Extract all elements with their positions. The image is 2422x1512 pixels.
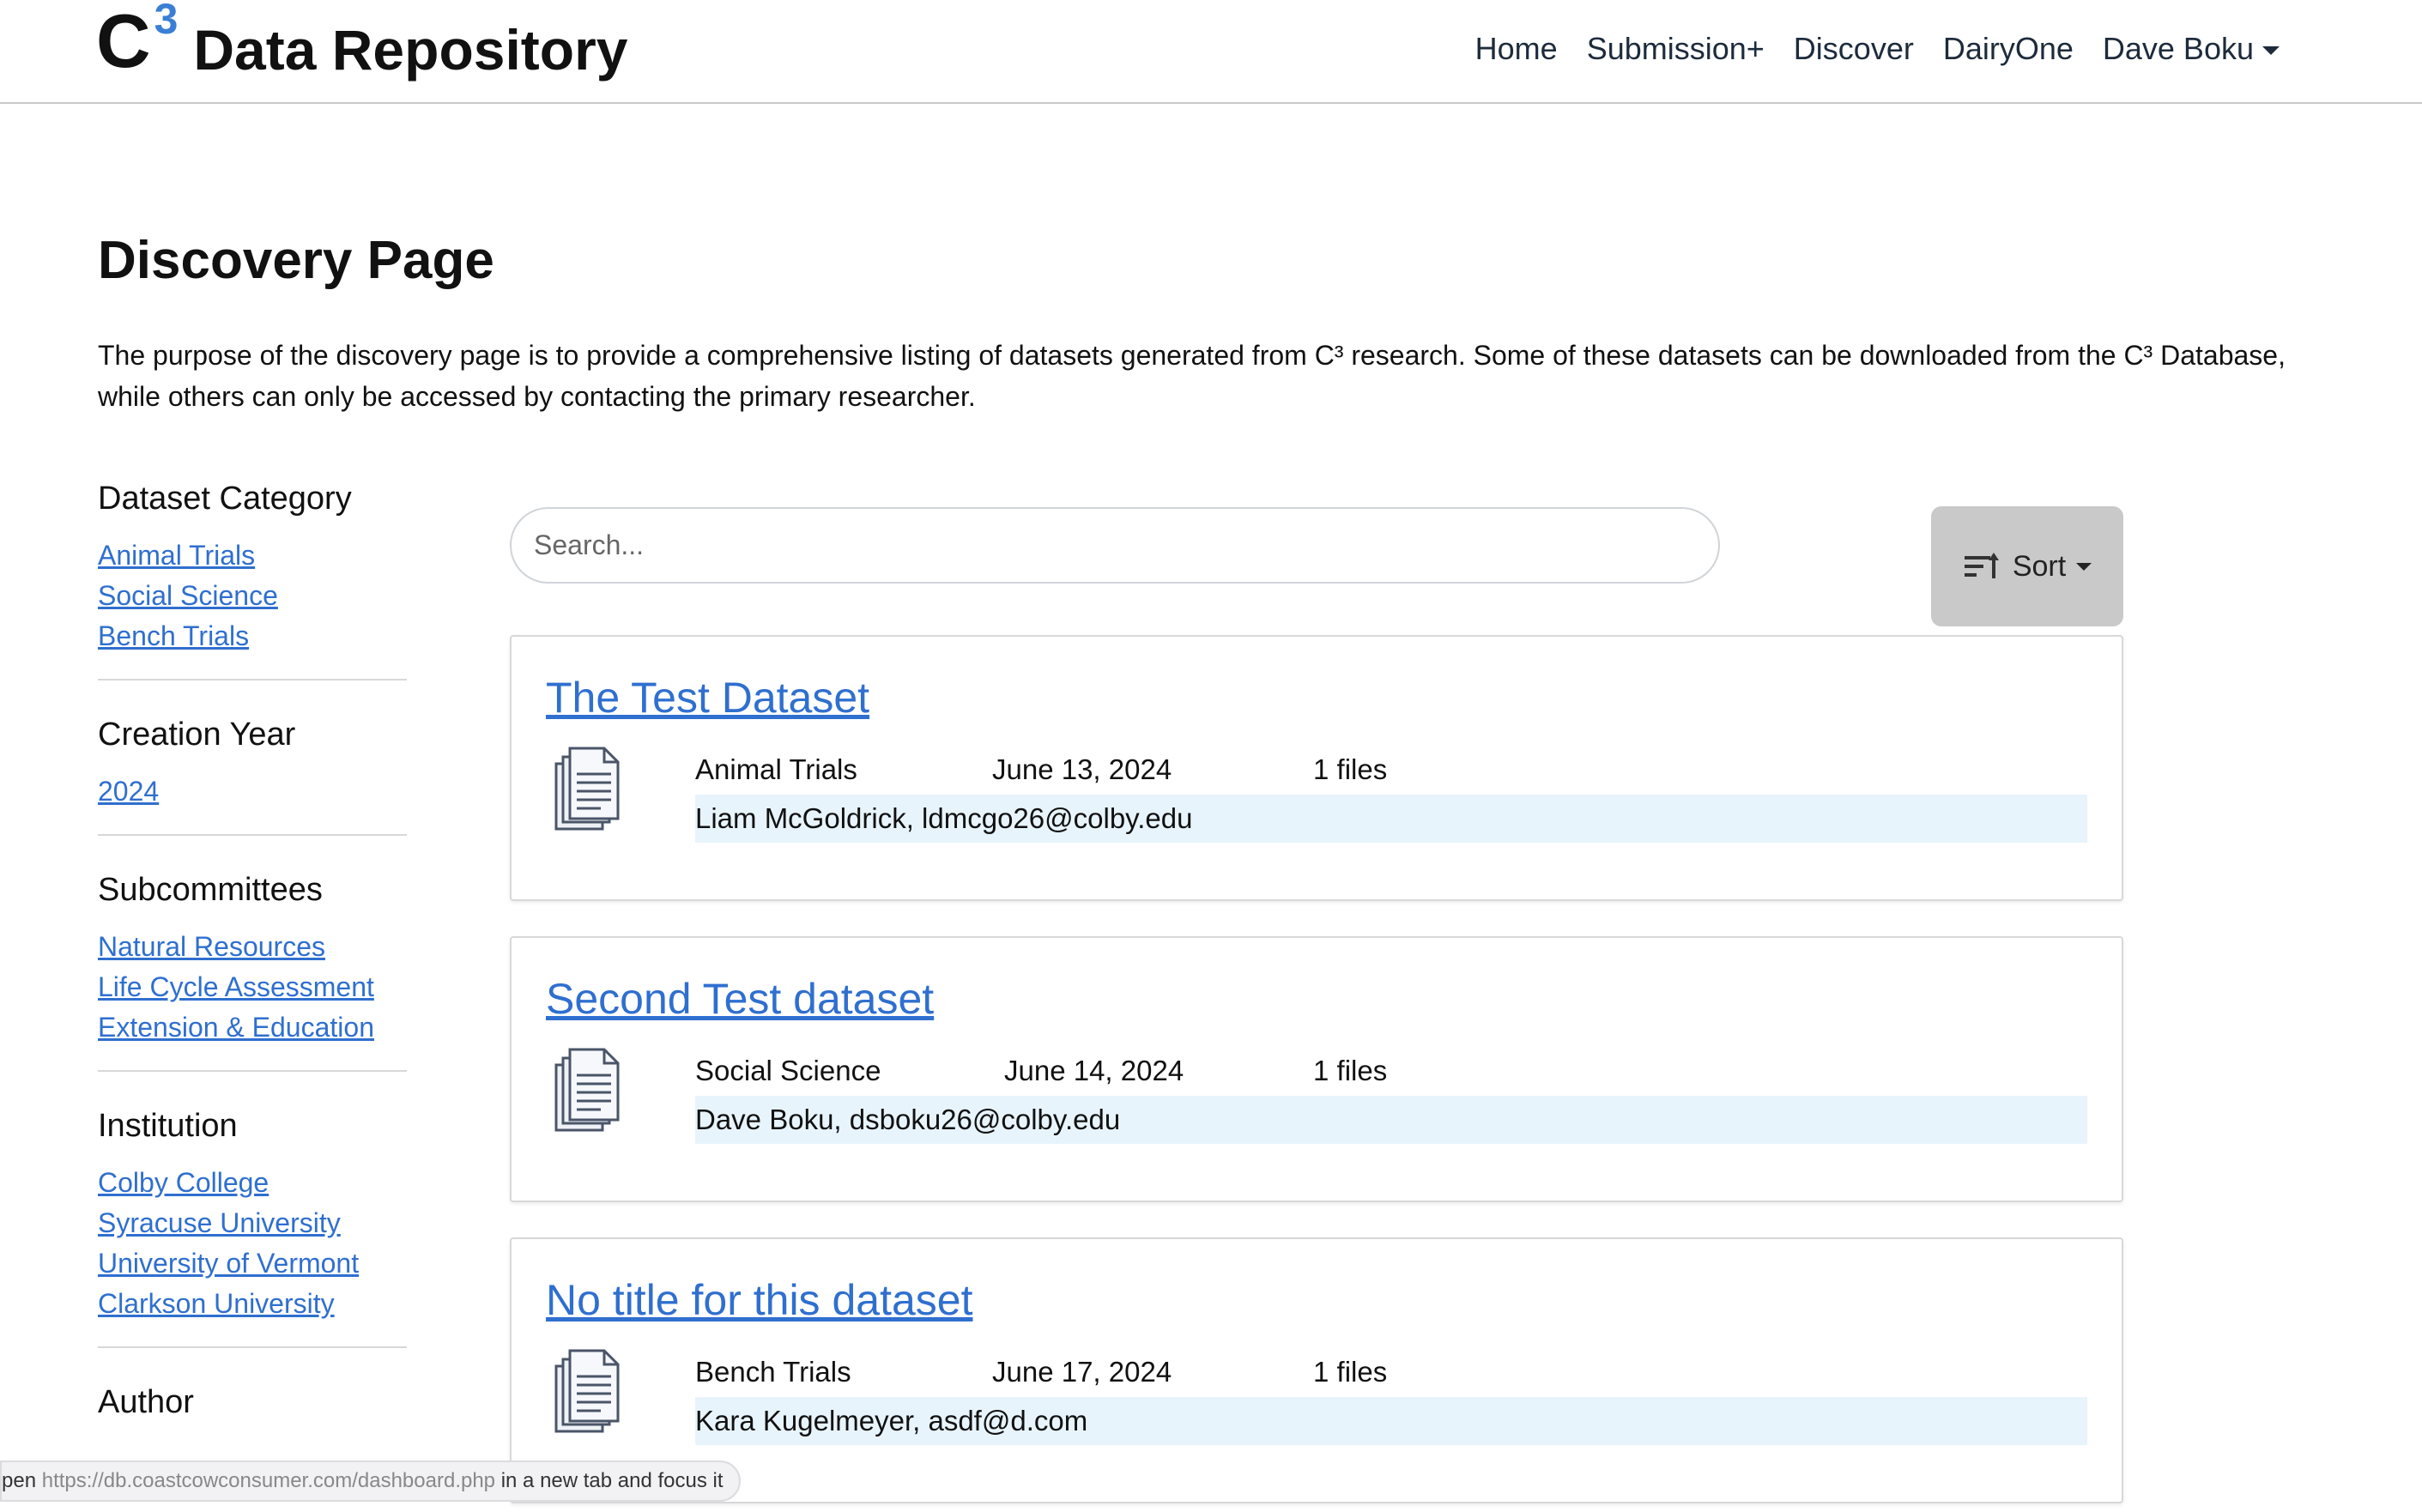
dataset-card: No title for this dataset Bench Trials J… bbox=[510, 1237, 2123, 1503]
status-suffix: in a new tab and focus it bbox=[495, 1469, 724, 1492]
filter-section-category: Dataset Category Animal Trials Social Sc… bbox=[98, 470, 407, 680]
dataset-date: June 14, 2024 bbox=[1004, 1055, 1184, 1086]
filter-title: Subcommittees bbox=[98, 872, 323, 908]
filter-link-syracuse-university[interactable]: Syracuse University bbox=[98, 1203, 407, 1243]
brand-letter: C bbox=[96, 0, 151, 83]
filter-link-clarkson-university[interactable]: Clarkson University bbox=[98, 1284, 407, 1324]
chevron-down-icon bbox=[2076, 562, 2092, 571]
dataset-card: The Test Dataset Animal Trials June 13, … bbox=[510, 635, 2123, 901]
filter-link-social-science[interactable]: Social Science bbox=[98, 576, 407, 616]
dataset-date: June 13, 2024 bbox=[992, 753, 1172, 785]
dataset-author: Liam McGoldrick, ldmcgo26@colby.edu bbox=[695, 795, 2087, 843]
search-input[interactable] bbox=[512, 509, 1718, 582]
dataset-category: Social Science bbox=[695, 1055, 881, 1086]
filter-link-animal-trials[interactable]: Animal Trials bbox=[98, 535, 407, 576]
search-box bbox=[510, 507, 1720, 584]
filter-link-2024[interactable]: 2024 bbox=[98, 771, 407, 812]
status-url: https://db.coastcowconsumer.com/dashboar… bbox=[41, 1469, 496, 1492]
nav-submission[interactable]: Submission+ bbox=[1587, 27, 1765, 70]
dataset-file-count: 1 files bbox=[1313, 1356, 1388, 1388]
filter-link-colby-college[interactable]: Colby College bbox=[98, 1163, 407, 1203]
link-status-bar: pen https://db.coastcowconsumer.com/dash… bbox=[0, 1461, 741, 1502]
dataset-author: Dave Boku, dsboku26@colby.edu bbox=[695, 1096, 2087, 1144]
dataset-file-count: 1 files bbox=[1313, 1055, 1388, 1086]
nav-dairyone[interactable]: DairyOne bbox=[1943, 27, 2074, 70]
chevron-down-icon bbox=[2262, 46, 2280, 56]
filter-section-subcommittees: Subcommittees Natural Resources Life Cyc… bbox=[98, 862, 407, 1072]
filter-title: Dataset Category bbox=[98, 481, 352, 517]
filter-title: Institution bbox=[98, 1108, 238, 1144]
page-title: Discovery Page bbox=[98, 231, 494, 290]
dataset-title-link[interactable]: Second Test dataset bbox=[546, 971, 934, 1027]
page-intro: The purpose of the discovery page is to … bbox=[98, 340, 2286, 412]
documents-icon bbox=[554, 1349, 620, 1433]
nav-discover[interactable]: Discover bbox=[1794, 27, 1914, 70]
sort-label: Sort bbox=[2012, 549, 2067, 583]
documents-icon bbox=[554, 747, 620, 831]
filter-title: Author bbox=[98, 1384, 194, 1420]
filter-link-extension-education[interactable]: Extension & Education bbox=[98, 1007, 407, 1048]
dataset-card: Second Test dataset Social Science June … bbox=[510, 936, 2123, 1202]
filter-link-university-of-vermont[interactable]: University of Vermont bbox=[98, 1243, 407, 1284]
filter-link-natural-resources[interactable]: Natural Resources bbox=[98, 927, 407, 967]
nav-home[interactable]: Home bbox=[1475, 27, 1558, 70]
status-prefix: pen bbox=[2, 1469, 42, 1492]
dataset-category: Bench Trials bbox=[695, 1356, 851, 1388]
dataset-category: Animal Trials bbox=[695, 753, 857, 785]
filter-title: Creation Year bbox=[98, 717, 296, 753]
filter-section-author: Author bbox=[98, 1374, 407, 1461]
filter-link-life-cycle-assessment[interactable]: Life Cycle Assessment bbox=[98, 967, 407, 1007]
user-menu-dropdown[interactable]: Dave Boku bbox=[2103, 27, 2280, 70]
brand-superscript: 3 bbox=[154, 0, 179, 43]
top-navbar: C 3 Data Repository Home Submission+ Dis… bbox=[0, 0, 2422, 104]
filter-link-bench-trials[interactable]: Bench Trials bbox=[98, 616, 407, 656]
nav-menu: Home Submission+ Discover DairyOne Dave … bbox=[1475, 27, 2280, 70]
dataset-title-link[interactable]: The Test Dataset bbox=[546, 669, 869, 726]
filter-section-institution: Institution Colby College Syracuse Unive… bbox=[98, 1098, 407, 1348]
filter-sidebar: Dataset Category Animal Trials Social Sc… bbox=[98, 470, 407, 1487]
brand-name: Data Repository bbox=[193, 18, 628, 82]
dataset-file-count: 1 files bbox=[1313, 753, 1388, 785]
documents-icon bbox=[554, 1048, 620, 1132]
sort-icon bbox=[1964, 553, 1999, 578]
brand-logo[interactable]: C 3 Data Repository bbox=[96, 0, 628, 88]
dataset-title-link[interactable]: No title for this dataset bbox=[546, 1272, 972, 1328]
sort-button[interactable]: Sort bbox=[1931, 506, 2123, 626]
dataset-date: June 17, 2024 bbox=[992, 1356, 1172, 1388]
filter-section-year: Creation Year 2024 bbox=[98, 706, 407, 836]
dataset-author: Kara Kugelmeyer, asdf@d.com bbox=[695, 1397, 2087, 1445]
user-name: Dave Boku bbox=[2102, 31, 2254, 66]
